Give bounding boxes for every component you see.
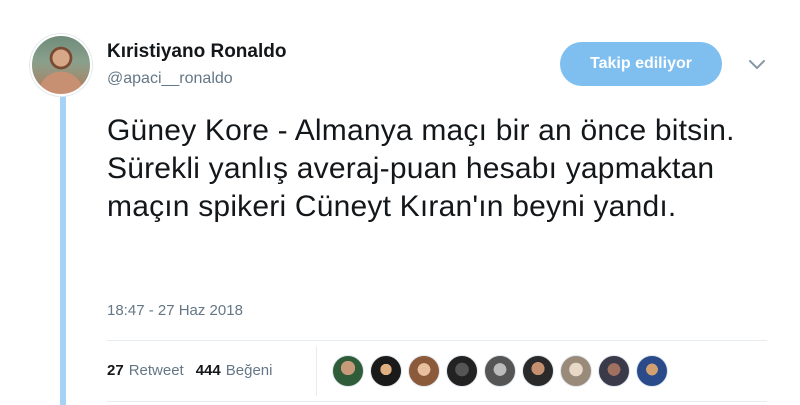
liker-avatar[interactable] xyxy=(446,355,478,387)
likers-avatars xyxy=(332,355,668,387)
retweet-label: Retweet xyxy=(128,362,184,379)
liker-avatar[interactable] xyxy=(408,355,440,387)
chevron-down-icon xyxy=(749,60,765,69)
user-info: Kıristiyano Ronaldo @apaci__ronaldo xyxy=(107,40,286,90)
divider xyxy=(107,340,767,341)
retweet-count: 27 xyxy=(107,362,124,379)
liker-avatar[interactable] xyxy=(560,355,592,387)
like-stat[interactable]: 444 Beğeni xyxy=(196,362,273,379)
liker-avatar[interactable] xyxy=(332,355,364,387)
tweet-stats: 27 Retweet 444 Beğeni xyxy=(107,362,272,379)
user-handle[interactable]: @apaci__ronaldo xyxy=(107,68,286,90)
liker-avatar[interactable] xyxy=(370,355,402,387)
retweet-stat[interactable]: 27 Retweet xyxy=(107,362,184,379)
tweet-menu-button[interactable] xyxy=(746,56,768,74)
liker-avatar[interactable] xyxy=(484,355,516,387)
following-button[interactable]: Takip ediliyor xyxy=(560,42,722,86)
avatar[interactable] xyxy=(30,34,92,96)
liker-avatar[interactable] xyxy=(598,355,630,387)
like-label: Beğeni xyxy=(225,362,273,379)
tweet-timestamp[interactable]: 18:47 - 27 Haz 2018 xyxy=(107,302,243,319)
thread-line xyxy=(60,96,66,405)
tweet-text: Güney Kore - Almanya maçı bir an önce bi… xyxy=(107,114,735,223)
stats-separator xyxy=(316,346,317,396)
divider xyxy=(107,401,767,402)
like-count: 444 xyxy=(195,362,221,379)
liker-avatar[interactable] xyxy=(636,355,668,387)
display-name[interactable]: Kıristiyano Ronaldo xyxy=(107,40,286,64)
liker-avatar[interactable] xyxy=(522,355,554,387)
